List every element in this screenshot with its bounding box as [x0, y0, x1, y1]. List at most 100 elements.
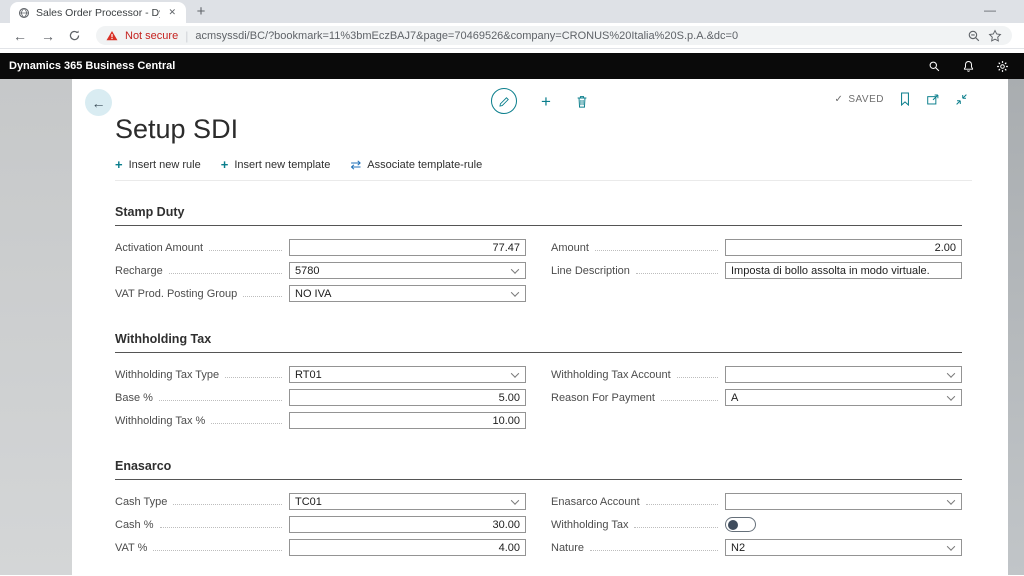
chevron-down-icon[interactable]: [946, 391, 956, 401]
chevron-down-icon[interactable]: [946, 541, 956, 551]
section-title: Stamp Duty: [115, 205, 962, 226]
new-record-plus-icon[interactable]: +: [541, 93, 551, 110]
field-label: Amount: [551, 241, 589, 254]
field-row-reason-for-payment: Reason For Payment A: [551, 389, 962, 406]
line-description-input[interactable]: Imposta di bollo assolta in modo virtual…: [725, 262, 962, 279]
field-value: 5.00: [498, 391, 520, 404]
browser-tab[interactable]: Sales Order Processor - Dynamic ✕: [10, 2, 186, 23]
settings-gear-icon[interactable]: [996, 60, 1009, 73]
field-row-withholding-tax-account: Withholding Tax Account: [551, 366, 962, 383]
field-label: Cash Type: [115, 495, 168, 508]
action-insert-new-rule[interactable]: + Insert new rule: [115, 158, 201, 171]
browser-tabstrip: Sales Order Processor - Dynamic ✕ + —: [0, 0, 1024, 23]
field-row-activation-amount: Activation Amount 77.47: [115, 239, 526, 256]
action-associate-template-rule[interactable]: ⇄ Associate template-rule: [350, 158, 482, 171]
field-value: 10.00: [492, 414, 520, 427]
browser-back-icon[interactable]: ←: [12, 28, 28, 44]
field-label: Reason For Payment: [551, 391, 655, 404]
vat-prod-posting-group-select[interactable]: NO IVA: [289, 285, 526, 302]
bc-brand: Dynamics 365 Business Central: [9, 60, 176, 72]
swap-icon: ⇄: [350, 157, 362, 172]
fields-column-right: Withholding Tax Account Reason For Paymen…: [551, 366, 962, 435]
amount-input[interactable]: 2.00: [725, 239, 962, 256]
chevron-down-icon[interactable]: [946, 495, 956, 505]
browser-window: Sales Order Processor - Dynamic ✕ + — ← …: [0, 0, 1024, 53]
withholding-tax-toggle[interactable]: [725, 517, 756, 532]
browser-forward-icon[interactable]: →: [40, 28, 56, 44]
cash-input[interactable]: 30.00: [289, 516, 526, 533]
section-title: Enasarco: [115, 459, 962, 480]
field-row-line-description: Line Description Imposta di bollo assolta…: [551, 262, 962, 279]
dotted-leader: [590, 550, 718, 551]
cash-type-select[interactable]: TC01: [289, 493, 526, 510]
field-label: Base %: [115, 391, 153, 404]
new-tab-button[interactable]: +: [188, 3, 214, 20]
not-secure-warning-icon: [106, 30, 118, 41]
field-row-vat-prod-posting-group: VAT Prod. Posting Group NO IVA: [115, 285, 526, 302]
bookmark-star-icon[interactable]: [988, 28, 1002, 43]
open-in-window-icon[interactable]: [926, 93, 940, 106]
chevron-down-icon[interactable]: [510, 287, 520, 297]
tab-close-icon[interactable]: ✕: [166, 7, 178, 18]
edit-pencil-button[interactable]: [491, 88, 518, 114]
reason-for-payment-select[interactable]: A: [725, 389, 962, 406]
field-row-withholding-tax: Withholding Tax % 10.00: [115, 412, 526, 429]
nature-select[interactable]: N2: [725, 539, 962, 556]
withholding-tax-type-select[interactable]: RT01: [289, 366, 526, 383]
page-title: Setup SDI: [115, 114, 239, 144]
field-value: N2: [731, 541, 746, 554]
field-row-vat: VAT % 4.00: [115, 539, 526, 556]
url-text: acmsyssdi/BC/?bookmark=11%3bmEczBAJ7&pag…: [195, 29, 739, 42]
recharge-select[interactable]: 5780: [289, 262, 526, 279]
field-label: Recharge: [115, 264, 163, 277]
field-value: TC01: [295, 495, 322, 508]
field-value: 4.00: [498, 541, 520, 554]
dotted-leader: [594, 250, 718, 251]
field-row-recharge: Recharge 5780: [115, 262, 526, 279]
zoom-out-icon[interactable]: [967, 29, 981, 43]
withholding-tax-account-select[interactable]: [725, 366, 962, 383]
dotted-leader: [158, 400, 282, 401]
field-row-amount: Amount 2.00: [551, 239, 962, 256]
section-stamp-duty: Stamp Duty Activation Amount 77.47 Recharge…: [115, 181, 962, 308]
action-insert-new-template[interactable]: + Insert new template: [221, 158, 331, 171]
field-row-base: Base % 5.00: [115, 389, 526, 406]
dotted-leader: [635, 273, 718, 274]
url-bar[interactable]: Not secure | acmsyssdi/BC/?bookmark=11%3…: [96, 26, 1012, 45]
notifications-bell-icon[interactable]: [962, 60, 975, 73]
field-value: 2.00: [934, 241, 956, 254]
delete-trash-icon[interactable]: [575, 94, 589, 109]
dotted-leader: [660, 400, 718, 401]
dotted-leader: [211, 423, 282, 424]
field-row-nature: Nature N2: [551, 539, 962, 556]
enasarco-account-select[interactable]: [725, 493, 962, 510]
chevron-down-icon[interactable]: [510, 495, 520, 505]
chevron-down-icon[interactable]: [510, 368, 520, 378]
field-value: Imposta di bollo assolta in modo virtual…: [731, 264, 930, 277]
chevron-down-icon[interactable]: [510, 264, 520, 274]
browser-reload-icon[interactable]: [68, 29, 84, 42]
plus-icon: +: [220, 157, 229, 172]
search-icon[interactable]: [928, 60, 941, 73]
fields-column-left: Cash Type TC01 Cash % 30.00 VAT % 4.00: [115, 493, 526, 562]
tab-title: Sales Order Processor - Dynamic: [36, 6, 160, 19]
activation-amount-input[interactable]: 77.47: [289, 239, 526, 256]
bookmark-page-icon[interactable]: [899, 92, 911, 106]
field-label: Cash %: [115, 518, 154, 531]
dotted-leader: [153, 550, 282, 551]
section-title: Withholding Tax: [115, 332, 962, 353]
field-label: Enasarco Account: [551, 495, 640, 508]
chevron-down-icon[interactable]: [946, 368, 956, 378]
saved-status: ✓ SAVED: [834, 94, 884, 105]
minimize-window-button[interactable]: —: [984, 3, 996, 17]
fields-column-right: Enasarco Account Withholding Tax Nature N2: [551, 493, 962, 562]
withholding-tax-input[interactable]: 10.00: [289, 412, 526, 429]
vertical-scrollbar[interactable]: [1008, 79, 1024, 575]
base-input[interactable]: 5.00: [289, 389, 526, 406]
dotted-leader: [173, 504, 282, 505]
globe-favicon-icon: [18, 7, 30, 19]
field-label: Line Description: [551, 264, 630, 277]
vat-input[interactable]: 4.00: [289, 539, 526, 556]
collapse-arrows-icon[interactable]: [955, 93, 968, 106]
field-row-withholding-tax-type: Withholding Tax Type RT01: [115, 366, 526, 383]
